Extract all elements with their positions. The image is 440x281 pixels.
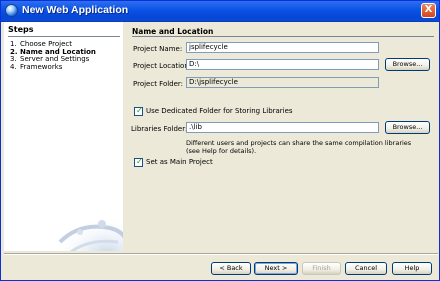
- title-bar[interactable]: New Web Application X: [1, 1, 439, 22]
- netbeans-app-icon: [5, 4, 18, 17]
- libraries-folder-input[interactable]: .\lib: [186, 122, 379, 133]
- step-number: 4.: [10, 62, 17, 71]
- main-project-checkbox[interactable]: ✓: [134, 157, 143, 167]
- libraries-folder-label: Libraries Folder:: [131, 125, 188, 133]
- libraries-help-text: Different users and projects can share t…: [186, 139, 412, 155]
- project-location-input[interactable]: D:\: [186, 59, 379, 70]
- step-item-frameworks: 4. Frameworks: [10, 62, 96, 72]
- project-name-label: Project Name:: [133, 45, 183, 53]
- browse-libraries-button[interactable]: Browse...: [385, 121, 430, 134]
- finish-button[interactable]: Finish: [302, 262, 341, 275]
- help-button[interactable]: Help: [392, 262, 432, 275]
- browse-location-button[interactable]: Browse...: [385, 58, 430, 71]
- cancel-button[interactable]: Cancel: [345, 262, 387, 275]
- checkmark-icon: ✓: [136, 106, 143, 115]
- steps-panel: Steps 1. Choose Project 2. Name and Locati…: [4, 22, 123, 251]
- project-name-input[interactable]: jsplifecycle: [186, 42, 379, 53]
- back-button[interactable]: < Back: [211, 262, 251, 275]
- dedicated-folder-checkbox[interactable]: ✓: [134, 106, 143, 116]
- new-web-application-dialog: New Web Application X Steps 1. Choose Pro…: [0, 0, 440, 281]
- window-title: New Web Application: [22, 4, 129, 16]
- checkmark-icon: ✓: [136, 157, 143, 166]
- project-folder-field: D:\jsplifecycle: [186, 77, 379, 88]
- next-button[interactable]: Next >: [254, 262, 298, 275]
- globe-watermark-icon: [54, 216, 123, 251]
- dedicated-folder-label[interactable]: Use Dedicated Folder for Storing Librari…: [146, 107, 293, 115]
- close-button[interactable]: X: [421, 3, 436, 18]
- project-location-label: Project Location:: [133, 62, 192, 70]
- footer-divider: [4, 253, 438, 255]
- step-label: Frameworks: [20, 62, 63, 71]
- name-and-location-panel: Name and Location Project Name: jsplifec…: [128, 22, 438, 251]
- steps-list: 1. Choose Project 2. Name and Location 3. S…: [10, 40, 96, 72]
- steps-divider: [8, 36, 120, 37]
- main-project-label[interactable]: Set as Main Project: [146, 158, 213, 166]
- steps-heading: Steps: [8, 25, 34, 34]
- project-folder-label: Project Folder:: [133, 80, 184, 88]
- panel-heading: Name and Location: [132, 27, 214, 36]
- panel-divider: [132, 36, 434, 37]
